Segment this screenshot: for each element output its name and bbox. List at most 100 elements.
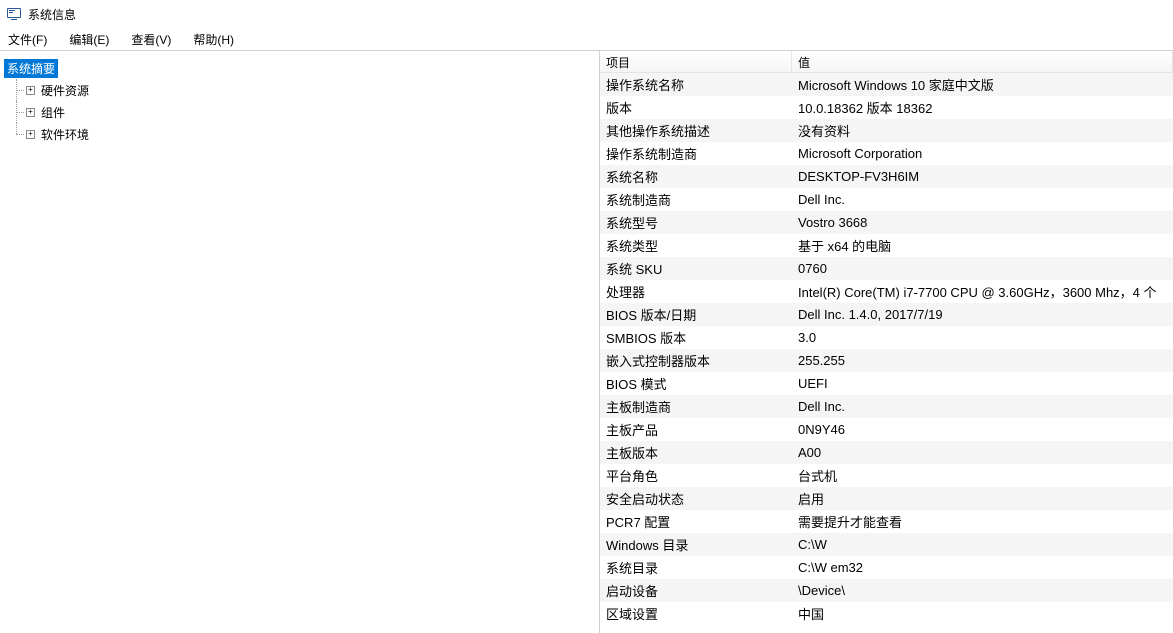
cell-key: 主板产品 <box>600 420 792 439</box>
cell-key: 系统类型 <box>600 236 792 255</box>
cell-key: 平台角色 <box>600 466 792 485</box>
expand-icon[interactable]: + <box>26 130 35 139</box>
column-header-key[interactable]: 项目 <box>600 51 792 72</box>
list-row[interactable]: SMBIOS 版本3.0 <box>600 326 1173 349</box>
tree-connector <box>8 123 26 145</box>
menu-file[interactable]: 文件(F) <box>4 29 51 50</box>
list-row[interactable]: 系统目录C:\W em32 <box>600 556 1173 579</box>
cell-key: 系统目录 <box>600 558 792 577</box>
cell-value: 台式机 <box>792 466 1173 485</box>
cell-value: 中国 <box>792 604 1173 623</box>
list-row[interactable]: 启动设备\Device\ <box>600 579 1173 602</box>
tree-connector <box>8 79 26 101</box>
menu-view[interactable]: 查看(V) <box>127 29 175 50</box>
cell-key: 操作系统制造商 <box>600 144 792 163</box>
list-pane: 项目 值 操作系统名称Microsoft Windows 10 家庭中文版版本1… <box>600 51 1173 633</box>
list-row[interactable]: BIOS 模式UEFI <box>600 372 1173 395</box>
tree-root-node[interactable]: 系统摘要 <box>4 57 599 79</box>
list-row[interactable]: 系统型号Vostro 3668 <box>600 211 1173 234</box>
tree-root-label: 系统摘要 <box>4 59 58 78</box>
expand-icon[interactable]: + <box>26 86 35 95</box>
list-row[interactable]: 区域设置中国 <box>600 602 1173 625</box>
tree-item-hardware[interactable]: + 硬件资源 <box>8 79 599 101</box>
cell-key: 主板制造商 <box>600 397 792 416</box>
cell-value: A00 <box>792 445 1173 460</box>
cell-value: UEFI <box>792 376 1173 391</box>
list-row[interactable]: 其他操作系统描述没有资料 <box>600 119 1173 142</box>
list-row[interactable]: 安全启动状态启用 <box>600 487 1173 510</box>
window-title: 系统信息 <box>28 6 76 23</box>
cell-key: 处理器 <box>600 282 792 301</box>
cell-key: 系统制造商 <box>600 190 792 209</box>
menu-edit[interactable]: 编辑(E) <box>65 29 113 50</box>
menu-help[interactable]: 帮助(H) <box>189 29 238 50</box>
tree-item-label: 组件 <box>39 103 67 122</box>
expand-icon[interactable]: + <box>26 108 35 117</box>
cell-value: Microsoft Windows 10 家庭中文版 <box>792 75 1173 94</box>
list-row[interactable]: 主板版本A00 <box>600 441 1173 464</box>
cell-value: 基于 x64 的电脑 <box>792 236 1173 255</box>
cell-value: C:\W <box>792 537 1173 552</box>
cell-value: 没有资料 <box>792 121 1173 140</box>
cell-value: Dell Inc. <box>792 192 1173 207</box>
cell-value: Dell Inc. <box>792 399 1173 414</box>
cell-key: Windows 目录 <box>600 535 792 554</box>
list-row[interactable]: 系统类型基于 x64 的电脑 <box>600 234 1173 257</box>
list-body: 操作系统名称Microsoft Windows 10 家庭中文版版本10.0.1… <box>600 73 1173 633</box>
tree-item-label: 软件环境 <box>39 125 91 144</box>
tree-pane: 系统摘要 + 硬件资源 + 组件 + 软件环境 <box>0 51 600 633</box>
cell-value: 0760 <box>792 261 1173 276</box>
app-icon <box>6 6 22 22</box>
cell-key: BIOS 模式 <box>600 374 792 393</box>
list-row[interactable]: 系统制造商Dell Inc. <box>600 188 1173 211</box>
cell-key: SMBIOS 版本 <box>600 328 792 347</box>
list-row[interactable]: 版本10.0.18362 版本 18362 <box>600 96 1173 119</box>
list-row[interactable]: 系统名称DESKTOP-FV3H6IM <box>600 165 1173 188</box>
menubar: 文件(F) 编辑(E) 查看(V) 帮助(H) <box>0 28 1173 50</box>
list-row[interactable]: Windows 目录C:\W <box>600 533 1173 556</box>
cell-key: 嵌入式控制器版本 <box>600 351 792 370</box>
cell-value: Vostro 3668 <box>792 215 1173 230</box>
cell-key: 系统 SKU <box>600 259 792 278</box>
cell-value: Dell Inc. 1.4.0, 2017/7/19 <box>792 307 1173 322</box>
cell-value: 3.0 <box>792 330 1173 345</box>
cell-value: 需要提升才能查看 <box>792 512 1173 531</box>
cell-key: 系统名称 <box>600 167 792 186</box>
cell-value: Intel(R) Core(TM) i7-7700 CPU @ 3.60GHz，… <box>792 282 1173 301</box>
tree-children: + 硬件资源 + 组件 + 软件环境 <box>8 79 599 145</box>
cell-key: 安全启动状态 <box>600 489 792 508</box>
tree-item-software-env[interactable]: + 软件环境 <box>8 123 599 145</box>
tree-item-components[interactable]: + 组件 <box>8 101 599 123</box>
cell-value: 启用 <box>792 489 1173 508</box>
titlebar: 系统信息 <box>0 0 1173 28</box>
cell-value: C:\W em32 <box>792 560 1173 575</box>
list-row[interactable]: 处理器Intel(R) Core(TM) i7-7700 CPU @ 3.60G… <box>600 280 1173 303</box>
tree-item-label: 硬件资源 <box>39 81 91 100</box>
list-row[interactable]: 主板制造商Dell Inc. <box>600 395 1173 418</box>
cell-key: BIOS 版本/日期 <box>600 305 792 324</box>
cell-key: 主板版本 <box>600 443 792 462</box>
cell-value: DESKTOP-FV3H6IM <box>792 169 1173 184</box>
cell-value: Microsoft Corporation <box>792 146 1173 161</box>
cell-key: 系统型号 <box>600 213 792 232</box>
list-row[interactable]: 操作系统制造商Microsoft Corporation <box>600 142 1173 165</box>
list-row[interactable]: PCR7 配置需要提升才能查看 <box>600 510 1173 533</box>
cell-value: \Device\ <box>792 583 1173 598</box>
column-header-value[interactable]: 值 <box>792 51 1173 72</box>
list-row[interactable]: 主板产品0N9Y46 <box>600 418 1173 441</box>
cell-value: 0N9Y46 <box>792 422 1173 437</box>
list-row[interactable]: 嵌入式控制器版本255.255 <box>600 349 1173 372</box>
cell-key: 启动设备 <box>600 581 792 600</box>
cell-key: PCR7 配置 <box>600 512 792 531</box>
list-row[interactable]: 操作系统名称Microsoft Windows 10 家庭中文版 <box>600 73 1173 96</box>
list-header: 项目 值 <box>600 51 1173 73</box>
list-row[interactable]: 系统 SKU0760 <box>600 257 1173 280</box>
cell-key: 操作系统名称 <box>600 75 792 94</box>
tree-connector <box>8 101 26 123</box>
cell-key: 版本 <box>600 98 792 117</box>
cell-key: 其他操作系统描述 <box>600 121 792 140</box>
cell-value: 10.0.18362 版本 18362 <box>792 98 1173 117</box>
list-row[interactable]: BIOS 版本/日期Dell Inc. 1.4.0, 2017/7/19 <box>600 303 1173 326</box>
list-row[interactable]: 平台角色台式机 <box>600 464 1173 487</box>
client-area: 系统摘要 + 硬件资源 + 组件 + 软件环境 <box>0 51 1173 633</box>
